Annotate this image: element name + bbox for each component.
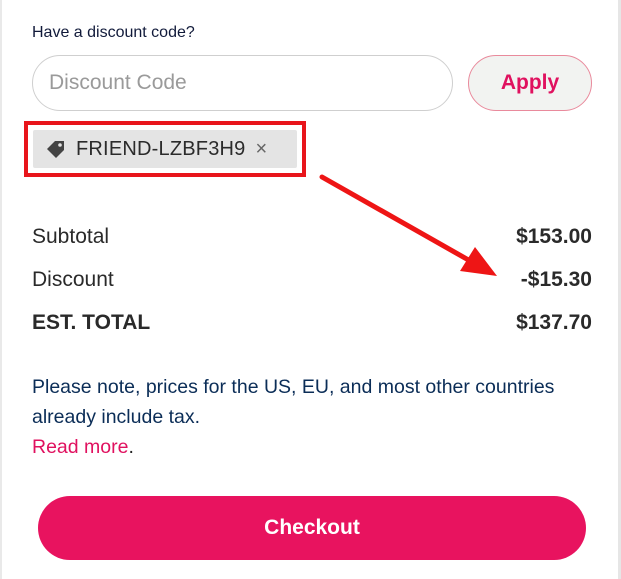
subtotal-row: Subtotal $153.00	[32, 225, 592, 249]
subtotal-value: $153.00	[516, 225, 592, 248]
note-period: .	[128, 436, 134, 458]
discount-row: Discount -$15.30	[32, 268, 592, 292]
discount-value: -$15.30	[520, 268, 592, 291]
read-more-link[interactable]: Read more	[32, 436, 128, 458]
tax-note-text: Please note, prices for the US, EU, and …	[32, 376, 555, 428]
checkout-button[interactable]: Checkout	[38, 496, 586, 560]
total-value: $137.70	[516, 311, 592, 334]
subtotal-label: Subtotal	[32, 225, 110, 248]
tax-note: Please note, prices for the US, EU, and …	[32, 372, 572, 462]
total-row: EST. TOTAL $137.70	[32, 311, 592, 335]
discount-label: Discount	[32, 268, 114, 291]
total-label: EST. TOTAL	[32, 311, 151, 334]
